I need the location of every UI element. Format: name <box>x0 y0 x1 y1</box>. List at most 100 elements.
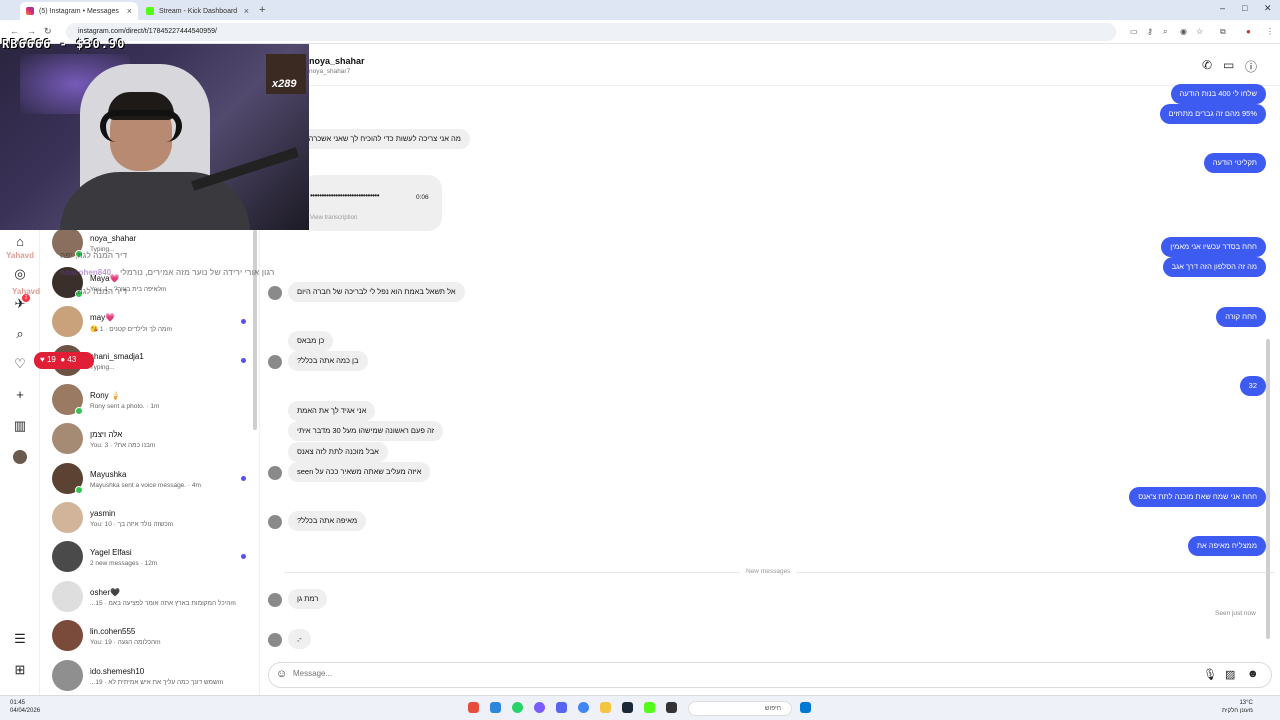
incoming-message[interactable]: מה אני צריכה לעשות כדי להוכיח לך שאני אש… <box>288 129 470 149</box>
incoming-message[interactable]: זה פעם ראשונה שמישהו מעל 30 מדבר איתי <box>288 421 444 441</box>
windows-start-icon[interactable] <box>800 702 811 713</box>
app-icon[interactable] <box>468 702 479 713</box>
app-icon[interactable] <box>666 702 677 713</box>
home-icon[interactable]: ⌂ <box>12 234 28 249</box>
minimize-button[interactable]: – <box>1220 3 1225 13</box>
sender-avatar[interactable] <box>268 286 282 300</box>
menu-dots-icon[interactable]: ⋮ <box>1266 27 1274 36</box>
conversation-item[interactable]: ido.shemesh10 ...שמש דונך כמה עליך את איש… <box>52 660 252 695</box>
sender-avatar[interactable] <box>268 355 282 369</box>
app-icon[interactable] <box>490 702 501 713</box>
outgoing-message[interactable]: חחח אני שמח שאת מוכנה לתת צ'אנס <box>1129 487 1266 507</box>
outgoing-message[interactable]: מה זה הסלפון הזה דרך אגב <box>1162 257 1266 277</box>
whatsapp-icon[interactable] <box>512 702 523 713</box>
view-transcription-link[interactable]: View transcription <box>310 215 357 221</box>
conversation-item[interactable]: אלה ויצמן You: בנו כמה את? · 3m <box>52 423 252 459</box>
threads-icon[interactable]: ⊞ <box>12 662 28 678</box>
forward-icon[interactable]: → <box>27 26 36 36</box>
chrome-icon[interactable] <box>578 702 589 713</box>
conversation-item[interactable]: osher🖤 ...היכל המקומות בארץ אתה אומר לפצי… <box>52 581 252 617</box>
window-close-button[interactable]: ✕ <box>1264 3 1272 14</box>
app-icon[interactable] <box>534 702 545 713</box>
conversation-item[interactable]: lin.cohen555 You: הכלומה הגעה · 19m <box>52 620 252 656</box>
conversation-item[interactable]: Yagel Elfasi 2 new messages · 12m <box>52 541 252 577</box>
voice-duration: 0:06 <box>416 194 429 201</box>
sender-avatar[interactable] <box>268 593 282 607</box>
incoming-message[interactable]: -, <box>288 629 311 649</box>
outgoing-message[interactable]: תקליטי הודעה <box>1203 153 1266 173</box>
microphone-icon[interactable]: 🎙 <box>1203 668 1217 681</box>
sender-avatar[interactable] <box>268 466 282 480</box>
kick-icon[interactable] <box>644 702 655 713</box>
discord-icon[interactable] <box>556 702 567 713</box>
user-icon: ● <box>58 355 66 364</box>
instagram-logo-icon[interactable]: ◎ <box>12 266 28 282</box>
sticker-icon[interactable]: ☻ <box>1247 668 1259 680</box>
incoming-message[interactable]: מאיפה אתה בכלל? <box>288 511 367 531</box>
sender-avatar[interactable] <box>268 515 282 529</box>
close-icon[interactable]: × <box>244 6 249 16</box>
clock[interactable]: 01:45 04/04/2026 <box>10 699 40 715</box>
incoming-message[interactable]: איזה מעליב שאתה משאיר ככה על seen <box>288 462 431 482</box>
profile-avatar[interactable] <box>13 450 27 464</box>
message-input[interactable] <box>293 669 1173 678</box>
conversation-item[interactable]: Rony 🍦 Rony sent a photo. · 1m <box>52 384 252 420</box>
conversation-name: shani_smadja1 <box>90 352 144 361</box>
eye-off-icon[interactable]: ◉ <box>1180 27 1187 36</box>
conversation-name: ido.shemesh10 <box>90 667 145 676</box>
close-icon[interactable]: × <box>127 6 132 16</box>
sender-avatar[interactable] <box>268 633 282 647</box>
outgoing-message[interactable]: 95% מהם זה גברים מתחזים <box>1159 104 1266 124</box>
back-icon[interactable]: ← <box>10 26 19 36</box>
tab-kick-dashboard[interactable]: Stream - Kick Dashboard × <box>140 2 255 20</box>
outgoing-message[interactable]: 32 <box>1239 376 1266 396</box>
conversation-item[interactable]: may💗 😘 מה לך ולילדים קטנים · 1m <box>52 306 252 342</box>
emoji-icon[interactable]: ☺ <box>276 668 287 680</box>
taskbar-search[interactable]: חיפוש <box>688 701 792 716</box>
conversation-item[interactable]: yasmin You: כשזה נולד איזה בך · 10m <box>52 502 252 538</box>
more-menu-icon[interactable]: ☰ <box>12 631 28 647</box>
key-icon[interactable]: ⚷ <box>1147 27 1153 36</box>
tab-instagram[interactable]: (5) Instagram • Messages × <box>20 2 138 20</box>
overlay-chat-text: דיר המנה לגוז, יפה <box>60 251 128 260</box>
dashboard-icon[interactable]: ▥ <box>12 418 28 434</box>
heart-icon[interactable]: ♡ <box>12 356 28 372</box>
outgoing-message[interactable]: שלחו לי 400 בנות הודעה <box>1170 84 1266 104</box>
incoming-message[interactable]: רמת גן <box>288 589 328 609</box>
unread-dot <box>241 476 246 481</box>
outgoing-message[interactable]: חחח בסדר עכשיו אני מאמין <box>1161 237 1266 257</box>
search-icon[interactable]: ⌕ <box>12 326 28 342</box>
steam-icon[interactable] <box>622 702 633 713</box>
info-icon[interactable]: ⓘ <box>1245 58 1257 75</box>
incoming-message[interactable]: אל תשאל באמת הוא נפל לי לבריכה של חברה ה… <box>288 282 465 302</box>
cast-icon[interactable]: ▭ <box>1130 27 1138 36</box>
star-icon[interactable]: ☆ <box>1196 27 1203 36</box>
outgoing-message[interactable]: חחח קורה <box>1216 307 1266 327</box>
conversation-item[interactable]: Mayushka Mayushka sent a voice message. ·… <box>52 463 252 499</box>
avatar <box>52 541 83 572</box>
profile-icon[interactable]: ● <box>1246 27 1251 36</box>
phone-icon[interactable]: ✆ <box>1202 58 1212 72</box>
conversation-preview: ...היכל המקומות בארץ אתה אומר לפציעה באמ… <box>90 600 236 607</box>
video-icon[interactable]: ▭ <box>1223 58 1234 72</box>
weather-widget[interactable]: 13°C מעונן חלקית <box>1222 699 1253 715</box>
incoming-message[interactable]: אבל מוכנה לתת לזה צאנס <box>288 442 388 462</box>
incoming-message[interactable]: אני אגיד לך את האמת <box>288 401 376 421</box>
extensions-icon[interactable]: ⧉ <box>1220 27 1226 37</box>
chat-scrollbar[interactable] <box>1266 339 1270 639</box>
maximize-button[interactable]: □ <box>1242 3 1247 13</box>
folder-icon[interactable] <box>600 702 611 713</box>
zoom-icon[interactable]: ⌕ <box>1163 27 1167 37</box>
heart-icon: ♥ <box>40 355 45 364</box>
image-icon[interactable]: ▨ <box>1225 668 1235 681</box>
incoming-message[interactable]: כן מבאס <box>288 331 334 351</box>
reload-icon[interactable]: ↻ <box>44 26 52 37</box>
new-tab-button[interactable]: + <box>259 4 265 16</box>
url-field[interactable]: instagram.com/direct/t/17845227444540959… <box>66 23 1116 41</box>
conversation-scrollbar[interactable] <box>253 230 257 430</box>
incoming-message[interactable]: בן כמה אתה בכלל? <box>288 351 368 371</box>
outgoing-message[interactable]: ממצליח מאיפה את <box>1187 536 1266 556</box>
voice-message[interactable]: •••••••••••••••••••••••••••••• 0:06 View… <box>302 175 442 231</box>
chat-contact-name[interactable]: noya_shahar <box>309 56 365 66</box>
create-icon[interactable]: + <box>12 387 28 402</box>
